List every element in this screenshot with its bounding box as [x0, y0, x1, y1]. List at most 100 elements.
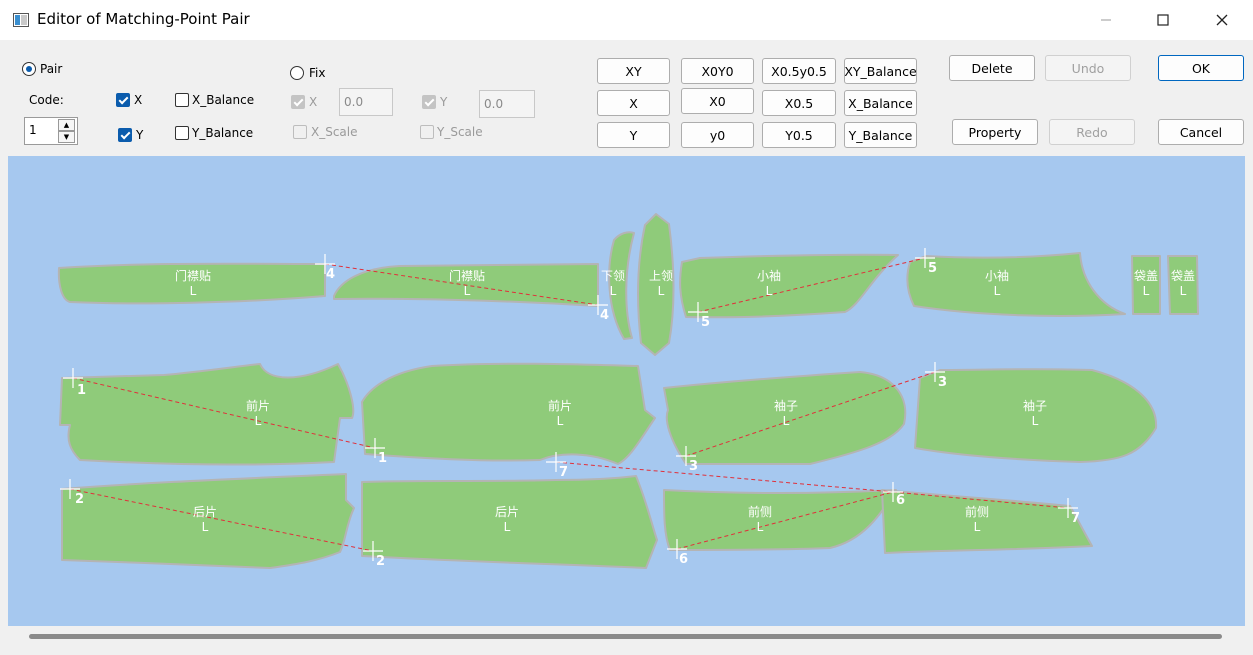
- maximize-icon: [1157, 14, 1169, 26]
- fix-x-checkbox[interactable]: [291, 95, 305, 109]
- piece-side-front-2: [881, 489, 1093, 554]
- pattern-canvas[interactable]: 4 4 5 5 1 1 3 3 7 7 2 2 6 6 门襟贴 L 门襟贴 L …: [8, 156, 1245, 626]
- pair-number: 1: [378, 451, 387, 466]
- fix-x-input[interactable]: 0.0: [339, 88, 393, 116]
- fix-radio[interactable]: [290, 66, 304, 80]
- piece-size: L: [1180, 284, 1187, 298]
- piece-name: 前侧: [965, 504, 989, 519]
- delete-button[interactable]: Delete: [949, 55, 1035, 81]
- pair-number: 6: [896, 493, 905, 508]
- piece-name: 小袖: [757, 268, 781, 283]
- y-label: Y: [136, 128, 144, 142]
- pair-label: Pair: [40, 62, 63, 76]
- property-button[interactable]: Property: [952, 119, 1038, 145]
- undo-button[interactable]: Undo: [1045, 55, 1131, 81]
- redo-button[interactable]: Redo: [1049, 119, 1135, 145]
- y-button[interactable]: Y: [597, 122, 670, 148]
- piece-front-2: [361, 362, 656, 465]
- piece-size: L: [255, 414, 262, 428]
- pair-number: 4: [600, 308, 609, 323]
- piece-size: L: [610, 284, 617, 298]
- x-balance-button[interactable]: X_Balance: [844, 90, 917, 116]
- scrollbar-thumb[interactable]: [29, 634, 1222, 639]
- app-icon: [13, 13, 29, 27]
- piece-size: L: [202, 520, 209, 534]
- piece-name: 袋盖: [1171, 269, 1195, 283]
- x-balance-checkbox[interactable]: [175, 93, 189, 107]
- pair-number: 6: [679, 552, 688, 567]
- xy-balance-button[interactable]: XY_Balance: [844, 58, 917, 84]
- y-balance-label: Y_Balance: [192, 126, 254, 140]
- y05-button[interactable]: Y0.5: [762, 122, 836, 148]
- x05-button[interactable]: X0.5: [762, 90, 836, 116]
- y0-button[interactable]: y0: [681, 122, 754, 148]
- close-icon: [1216, 14, 1228, 26]
- piece-name: 门襟贴: [449, 268, 485, 283]
- y-balance-checkbox[interactable]: [175, 126, 189, 140]
- spin-down-button[interactable]: ▼: [58, 131, 75, 143]
- pair-number: 7: [1071, 511, 1080, 526]
- ok-button[interactable]: OK: [1158, 55, 1244, 81]
- piece-name: 门襟贴: [175, 268, 211, 283]
- piece-name: 下领: [601, 269, 625, 283]
- cancel-button[interactable]: Cancel: [1158, 119, 1244, 145]
- pair-number: 5: [701, 315, 710, 330]
- minimize-button[interactable]: [1083, 0, 1129, 40]
- x-scale-checkbox[interactable]: [293, 125, 307, 139]
- x-scale-label: X_Scale: [311, 125, 358, 139]
- piece-name: 后片: [193, 505, 217, 519]
- piece-name: 袖子: [774, 398, 798, 413]
- x05y05-button[interactable]: X0.5y0.5: [762, 58, 836, 84]
- piece-name: 袋盖: [1134, 269, 1158, 283]
- window-title: Editor of Matching-Point Pair: [37, 10, 250, 28]
- piece-name: 上领: [649, 269, 673, 283]
- pair-number: 4: [326, 267, 335, 282]
- piece-front-1: [59, 363, 355, 466]
- pair-number: 2: [376, 554, 385, 569]
- xy-button[interactable]: XY: [597, 58, 670, 84]
- close-button[interactable]: [1199, 0, 1245, 40]
- spin-up-button[interactable]: ▲: [58, 119, 75, 131]
- piece-size: L: [974, 520, 981, 534]
- y-checkbox[interactable]: [118, 128, 132, 142]
- x0y0-button[interactable]: X0Y0: [681, 58, 754, 84]
- piece-upper-collar: [636, 213, 675, 356]
- piece-size: L: [190, 284, 197, 298]
- piece-name: 前侧: [748, 504, 772, 519]
- pair-number: 3: [689, 459, 698, 474]
- x-button[interactable]: X: [597, 90, 670, 116]
- piece-size: L: [658, 284, 665, 298]
- horizontal-scrollbar[interactable]: [8, 626, 1245, 646]
- minimize-icon: [1101, 19, 1111, 21]
- x-label: X: [134, 93, 143, 107]
- piece-name: 前片: [246, 398, 270, 413]
- pattern-layout[interactable]: 4 4 5 5 1 1 3 3 7 7 2 2 6 6 门襟贴 L 门襟贴 L …: [8, 156, 1245, 626]
- fix-y-label: Y: [440, 95, 448, 109]
- y-balance-button[interactable]: Y_Balance: [844, 122, 917, 148]
- code-spinner[interactable]: 1 ▲ ▼: [24, 117, 78, 145]
- fix-x-label: X: [309, 95, 318, 109]
- piece-name: 前片: [548, 398, 572, 413]
- y-scale-checkbox[interactable]: [420, 125, 434, 139]
- fix-y-checkbox[interactable]: [422, 95, 436, 109]
- x0-button[interactable]: X0: [681, 88, 754, 114]
- pair-number: 3: [938, 375, 947, 390]
- title-bar: Editor of Matching-Point Pair: [0, 0, 1253, 40]
- code-value: 1: [29, 123, 37, 137]
- pair-number: 7: [559, 465, 568, 480]
- fix-y-input[interactable]: 0.0: [479, 90, 535, 118]
- piece-undersleeve-1: [679, 253, 899, 319]
- pair-radio[interactable]: [22, 62, 36, 76]
- piece-size: L: [504, 520, 511, 534]
- piece-size: L: [994, 284, 1001, 298]
- y-scale-label: Y_Scale: [437, 125, 483, 139]
- piece-size: L: [1143, 284, 1150, 298]
- maximize-button[interactable]: [1140, 0, 1186, 40]
- piece-side-front-1: [663, 489, 897, 551]
- arrow-down-icon: ▼: [63, 133, 70, 141]
- piece-name: 袖子: [1023, 398, 1047, 413]
- x-checkbox[interactable]: [116, 93, 130, 107]
- piece-size: L: [783, 414, 790, 428]
- fix-label: Fix: [309, 66, 326, 80]
- x-balance-label: X_Balance: [192, 93, 255, 107]
